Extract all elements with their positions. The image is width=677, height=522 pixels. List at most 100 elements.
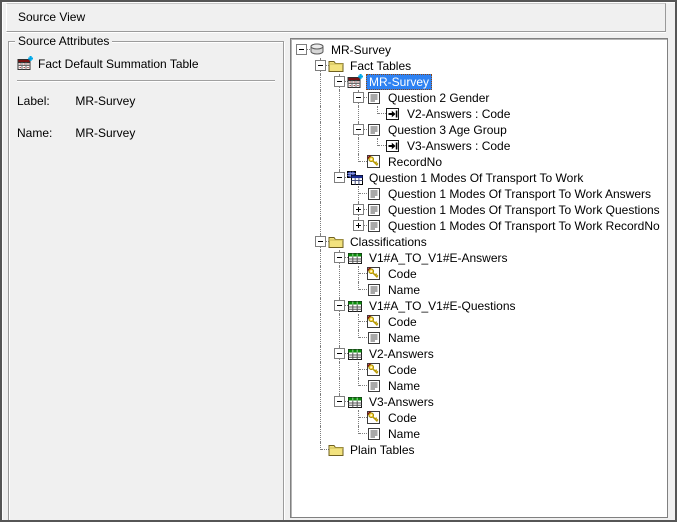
tree-item-label[interactable]: Code xyxy=(385,266,420,282)
tree-indent-guide xyxy=(293,266,312,282)
tree-connector xyxy=(331,394,347,410)
tree-item-label[interactable]: Code xyxy=(385,410,420,426)
tree-row[interactable]: V3-Answers xyxy=(293,394,667,410)
tree-indent-guide xyxy=(331,266,350,282)
class-table-icon xyxy=(347,394,363,410)
collapse-minus-icon[interactable] xyxy=(296,44,307,55)
tree-row[interactable]: Fact Tables xyxy=(293,58,667,74)
tree-item-label[interactable]: Question 1 Modes Of Transport To Work Re… xyxy=(385,218,663,234)
expand-plus-icon[interactable] xyxy=(353,220,364,231)
tree-indent-guide xyxy=(293,426,312,442)
tree-row[interactable]: Question 1 Modes Of Transport To Work An… xyxy=(293,186,667,202)
collapse-minus-icon[interactable] xyxy=(334,348,345,359)
tree-indent-guide xyxy=(293,90,312,106)
tree-connector xyxy=(350,330,366,346)
table-type-label: Fact Default Summation Table xyxy=(38,57,199,71)
expand-plus-icon[interactable] xyxy=(353,204,364,215)
collapse-minus-icon[interactable] xyxy=(315,236,326,247)
tree-item-label[interactable]: Question 3 Age Group xyxy=(385,122,510,138)
tree-row[interactable]: Name xyxy=(293,378,667,394)
tree-indent-guide xyxy=(293,106,312,122)
tree-row[interactable]: Name xyxy=(293,282,667,298)
tree-item-label[interactable]: Name xyxy=(385,330,423,346)
tree-indent-guide xyxy=(312,90,331,106)
collapse-minus-icon[interactable] xyxy=(315,60,326,71)
enter-arrow-icon xyxy=(385,138,401,154)
tree-row[interactable]: Plain Tables xyxy=(293,442,667,458)
source-tree-panel[interactable]: MR-SurveyFact TablesMR-SurveyQuestion 2 … xyxy=(290,38,668,518)
tree-item-label[interactable]: Fact Tables xyxy=(347,58,414,74)
tree-row[interactable]: Question 1 Modes Of Transport To Work Qu… xyxy=(293,202,667,218)
tree-row[interactable]: Code xyxy=(293,314,667,330)
tree-row[interactable]: Name xyxy=(293,330,667,346)
tree-connector xyxy=(350,218,366,234)
collapse-minus-icon[interactable] xyxy=(334,300,345,311)
tree-row[interactable]: Code xyxy=(293,362,667,378)
tree-item-label[interactable]: Code xyxy=(385,314,420,330)
tree-indent-guide xyxy=(312,266,331,282)
collapse-minus-icon[interactable] xyxy=(334,252,345,263)
tree-item-label[interactable]: Question 1 Modes Of Transport To Work An… xyxy=(385,186,654,202)
tree-item-label[interactable]: Question 1 Modes Of Transport To Work Qu… xyxy=(385,202,663,218)
tree-item-label[interactable]: MR-Survey xyxy=(328,42,394,58)
database-icon xyxy=(309,42,325,58)
tree-item-label[interactable]: Classifications xyxy=(347,234,430,250)
tree-item-label[interactable]: Plain Tables xyxy=(347,442,418,458)
tree-indent-guide xyxy=(312,122,331,138)
tree-row[interactable]: V1#A_TO_V1#E-Questions xyxy=(293,298,667,314)
tree-indent-guide xyxy=(331,202,350,218)
collapse-minus-icon[interactable] xyxy=(334,76,345,87)
collapse-minus-icon[interactable] xyxy=(334,396,345,407)
fact-table-icon xyxy=(17,56,33,72)
tree-indent-guide xyxy=(293,298,312,314)
tree-item-label[interactable]: V2-Answers : Code xyxy=(404,106,513,122)
tree-item-label[interactable]: Name xyxy=(385,426,423,442)
page-title: Source View xyxy=(18,10,85,24)
tree-item-label[interactable]: Question 2 Gender xyxy=(385,90,492,106)
tree-row[interactable]: Question 1 Modes Of Transport To Work xyxy=(293,170,667,186)
tree-row[interactable]: Code xyxy=(293,410,667,426)
list-icon xyxy=(366,186,382,202)
tree-item-label[interactable]: V1#A_TO_V1#E-Answers xyxy=(366,250,511,266)
folder-icon xyxy=(328,442,344,458)
tree-item-label[interactable]: V1#A_TO_V1#E-Questions xyxy=(366,298,519,314)
tree-row[interactable]: V2-Answers : Code xyxy=(293,106,667,122)
tree-indent-guide xyxy=(331,218,350,234)
tree-row[interactable]: V2-Answers xyxy=(293,346,667,362)
tree-row[interactable]: Name xyxy=(293,426,667,442)
tree-row[interactable]: MR-Survey xyxy=(293,42,667,58)
tree-item-label[interactable]: MR-Survey xyxy=(366,74,432,90)
tree-row[interactable]: Question 2 Gender xyxy=(293,90,667,106)
tree-row[interactable]: V3-Answers : Code xyxy=(293,138,667,154)
tree-item-label[interactable]: Name xyxy=(385,282,423,298)
tree-item-label[interactable]: V2-Answers xyxy=(366,346,437,362)
tree-item-label[interactable]: V3-Answers xyxy=(366,394,437,410)
tree-indent-guide xyxy=(293,170,312,186)
tree-indent-guide xyxy=(331,378,350,394)
tree-row[interactable]: V1#A_TO_V1#E-Answers xyxy=(293,250,667,266)
tree-indent-guide xyxy=(293,314,312,330)
tree-connector xyxy=(350,202,366,218)
tree-row[interactable]: RecordNo xyxy=(293,154,667,170)
tree-row[interactable]: MR-Survey xyxy=(293,74,667,90)
tree-item-label[interactable]: RecordNo xyxy=(385,154,445,170)
tree-connector xyxy=(369,106,385,122)
tree-connector xyxy=(350,186,366,202)
tree-row[interactable]: Question 1 Modes Of Transport To Work Re… xyxy=(293,218,667,234)
list-icon xyxy=(366,202,382,218)
tree-indent-guide xyxy=(331,138,350,154)
tree-indent-guide xyxy=(312,378,331,394)
tree-row[interactable]: Classifications xyxy=(293,234,667,250)
tree-indent-guide xyxy=(350,106,369,122)
tree-row[interactable]: Question 3 Age Group xyxy=(293,122,667,138)
tree-row[interactable]: Code xyxy=(293,266,667,282)
collapse-minus-icon[interactable] xyxy=(334,172,345,183)
collapse-minus-icon[interactable] xyxy=(353,124,364,135)
tree-item-label[interactable]: Question 1 Modes Of Transport To Work xyxy=(366,170,586,186)
collapse-minus-icon[interactable] xyxy=(353,92,364,103)
tree-indent-guide xyxy=(293,250,312,266)
tree-item-label[interactable]: Name xyxy=(385,378,423,394)
tree-item-label[interactable]: Code xyxy=(385,362,420,378)
tree-item-label[interactable]: V3-Answers : Code xyxy=(404,138,513,154)
tree-indent-guide xyxy=(293,394,312,410)
